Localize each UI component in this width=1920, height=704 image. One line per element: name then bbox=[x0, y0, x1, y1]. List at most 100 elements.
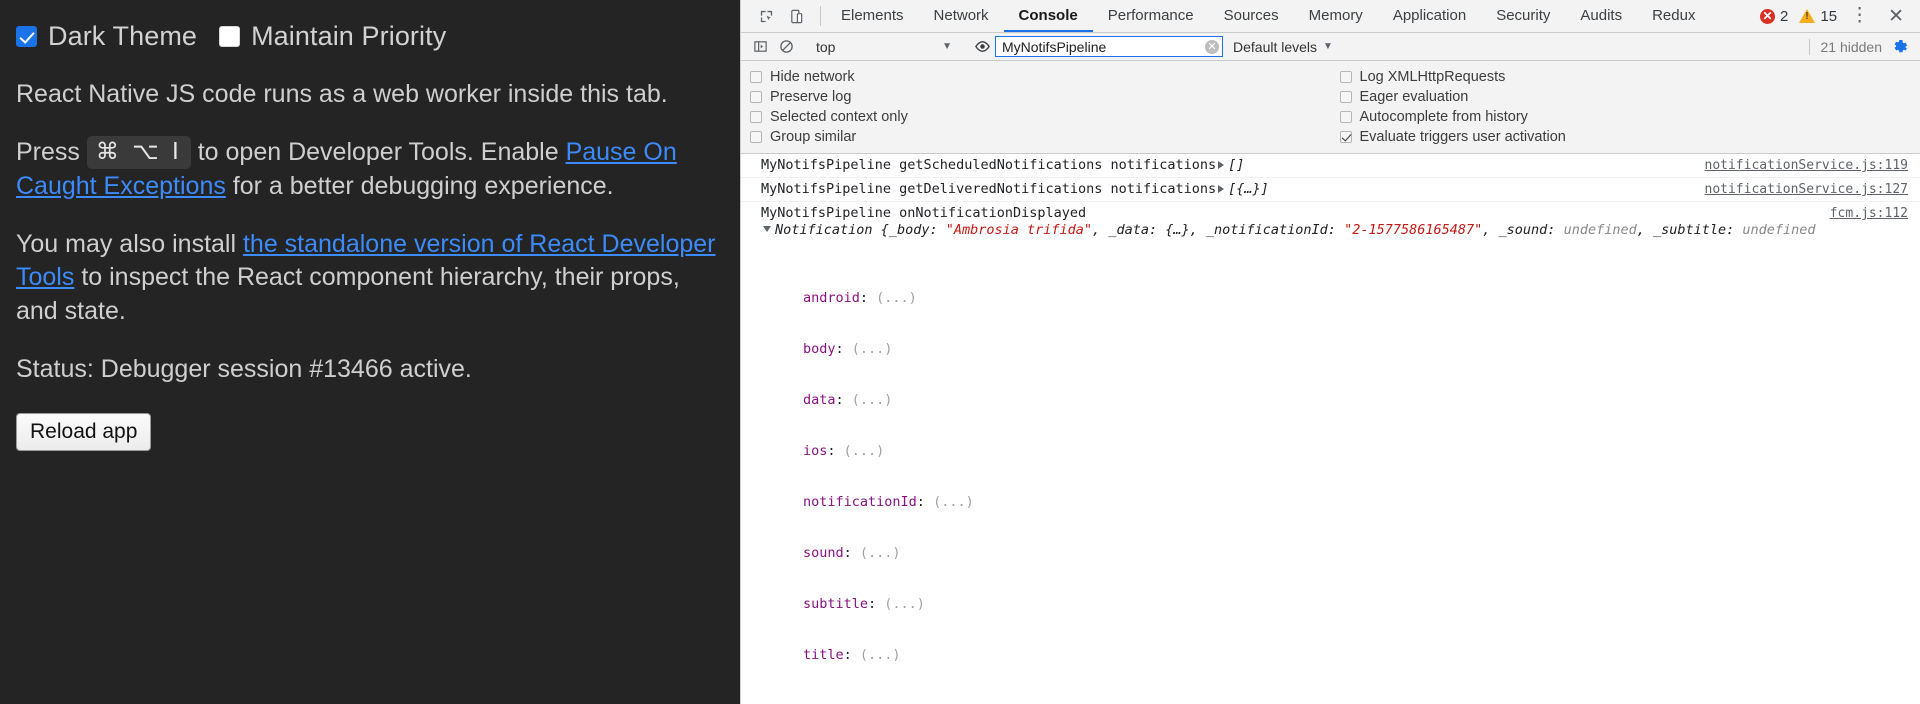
setting-hide-network[interactable]: Hide network bbox=[750, 67, 1331, 86]
selected-context-only-checkbox[interactable] bbox=[750, 110, 762, 123]
tab-memory[interactable]: Memory bbox=[1294, 0, 1378, 32]
getter-property[interactable]: sound: (...) bbox=[761, 545, 1816, 562]
error-count-value: 2 bbox=[1780, 7, 1789, 25]
tab-network[interactable]: Network bbox=[919, 0, 1004, 32]
getter-value[interactable]: (...) bbox=[860, 647, 901, 663]
clear-filter-icon[interactable]: ✕ bbox=[1205, 39, 1219, 54]
log-levels-value: Default levels bbox=[1233, 38, 1318, 55]
group-similar-checkbox[interactable] bbox=[750, 130, 762, 143]
header-notifid-value: "2-1577586165487" bbox=[1344, 222, 1483, 238]
devtools-paragraph: Press ⌘ ⌥ I to open Developer Tools. Ena… bbox=[16, 136, 724, 204]
console-message[interactable]: MyNotifsPipeline getDeliveredNotificatio… bbox=[741, 178, 1920, 202]
maintain-priority-checkbox[interactable] bbox=[219, 25, 241, 47]
console-message-text: MyNotifsPipeline getDeliveredNotificatio… bbox=[761, 181, 1691, 198]
getter-key: sound bbox=[803, 545, 844, 561]
console-sidebar-toggle-icon[interactable] bbox=[747, 35, 773, 59]
expand-arrow-icon[interactable] bbox=[1218, 160, 1225, 169]
getter-property[interactable]: ios: (...) bbox=[761, 443, 1816, 460]
header-subtitle-key: _subtitle: bbox=[1652, 222, 1735, 238]
setting-evaluate-triggers-activation[interactable]: Evaluate triggers user activation bbox=[1339, 127, 1920, 146]
collapse-arrow-icon[interactable] bbox=[763, 226, 771, 232]
tab-security[interactable]: Security bbox=[1481, 0, 1565, 32]
filterbar-right-area: 21 hidden bbox=[1809, 37, 1920, 57]
header-notifid-key: _notificationId: bbox=[1205, 222, 1336, 238]
hide-network-checkbox[interactable] bbox=[750, 70, 762, 83]
getter-value[interactable]: (...) bbox=[884, 596, 925, 612]
console-message-list[interactable]: MyNotifsPipeline getScheduledNotificatio… bbox=[741, 154, 1920, 704]
expand-arrow-icon[interactable] bbox=[1218, 184, 1225, 193]
getter-property[interactable]: title: (...) bbox=[761, 647, 1816, 664]
getter-key: body bbox=[803, 341, 836, 357]
message-2-text: MyNotifsPipeline getDeliveredNotificatio… bbox=[761, 181, 1217, 197]
getter-key: android bbox=[803, 290, 860, 306]
tab-console[interactable]: Console bbox=[1003, 0, 1093, 32]
device-toolbar-icon[interactable] bbox=[783, 4, 809, 28]
console-filter-input[interactable] bbox=[995, 36, 1223, 57]
preserve-log-checkbox[interactable] bbox=[750, 90, 762, 103]
error-count-badge[interactable]: ✕ 2 bbox=[1760, 8, 1788, 25]
dark-theme-checkbox[interactable] bbox=[16, 25, 37, 47]
preserve-log-label: Preserve log bbox=[770, 88, 852, 105]
gear-icon[interactable] bbox=[1890, 37, 1910, 57]
more-options-icon[interactable]: ⋮ bbox=[1840, 6, 1879, 25]
getter-property[interactable]: subtitle: (...) bbox=[761, 596, 1816, 613]
console-filter-bar: top ▼ ✕ Default levels ▼ 21 hidden bbox=[741, 33, 1920, 61]
console-message-text: MyNotifsPipeline getScheduledNotificatio… bbox=[761, 157, 1691, 174]
setting-log-xhr[interactable]: Log XMLHttpRequests bbox=[1339, 67, 1920, 86]
tab-performance[interactable]: Performance bbox=[1093, 0, 1209, 32]
getter-key: notificationId bbox=[803, 494, 917, 510]
group-similar-label: Group similar bbox=[770, 128, 857, 145]
levels-chevron-down-icon: ▼ bbox=[1323, 41, 1333, 52]
tabbar-divider bbox=[820, 6, 821, 26]
inspect-element-icon[interactable] bbox=[753, 4, 779, 28]
console-message-expanded[interactable]: MyNotifsPipeline onNotificationDisplayed… bbox=[741, 202, 1920, 704]
header-body-key: _body: bbox=[888, 222, 938, 238]
source-link[interactable]: fcm.js:112 bbox=[1816, 205, 1920, 222]
devtools-tabbar: Elements Network Console Performance Sou… bbox=[741, 0, 1920, 33]
inspect-text: to inspect the React component hierarchy… bbox=[16, 263, 680, 326]
autocomplete-from-history-checkbox[interactable] bbox=[1339, 110, 1352, 123]
error-icon: ✕ bbox=[1760, 8, 1776, 24]
tab-audits[interactable]: Audits bbox=[1565, 0, 1637, 32]
source-link[interactable]: notificationService.js:127 bbox=[1691, 181, 1920, 198]
header-data-key: _data: bbox=[1108, 222, 1158, 238]
getter-property[interactable]: body: (...) bbox=[761, 341, 1816, 358]
getter-property[interactable]: notificationId: (...) bbox=[761, 494, 1816, 511]
log-xmlhttprequests-label: Log XMLHttpRequests bbox=[1359, 68, 1506, 85]
eager-evaluation-checkbox[interactable] bbox=[1339, 90, 1352, 103]
console-filter-wrapper: ✕ bbox=[995, 36, 1223, 57]
getter-property[interactable]: data: (...) bbox=[761, 392, 1816, 409]
live-expression-eye-icon[interactable] bbox=[969, 35, 995, 59]
evaluate-triggers-user-activation-checkbox[interactable] bbox=[1339, 130, 1352, 143]
setting-eager-evaluation[interactable]: Eager evaluation bbox=[1339, 87, 1920, 106]
getter-value[interactable]: (...) bbox=[933, 494, 974, 510]
tab-sources[interactable]: Sources bbox=[1209, 0, 1294, 32]
log-levels-select[interactable]: Default levels ▼ bbox=[1223, 39, 1343, 55]
console-message[interactable]: MyNotifsPipeline getScheduledNotificatio… bbox=[741, 154, 1920, 178]
object-header-line: Notification {_body: "Ambrosia trifida",… bbox=[761, 222, 1816, 239]
clear-console-icon[interactable] bbox=[773, 35, 799, 59]
getter-value[interactable]: (...) bbox=[876, 290, 917, 306]
getter-value[interactable]: (...) bbox=[852, 392, 893, 408]
reload-app-button[interactable]: Reload app bbox=[16, 412, 152, 451]
getter-property[interactable]: android: (...) bbox=[761, 290, 1816, 307]
log-xmlhttprequests-checkbox[interactable] bbox=[1339, 70, 1352, 83]
getter-value[interactable]: (...) bbox=[844, 443, 885, 459]
tab-application[interactable]: Application bbox=[1378, 0, 1481, 32]
tab-redux[interactable]: Redux bbox=[1637, 0, 1710, 32]
getter-value[interactable]: (...) bbox=[852, 341, 893, 357]
setting-autocomplete-history[interactable]: Autocomplete from history bbox=[1339, 107, 1920, 126]
getter-value[interactable]: (...) bbox=[860, 545, 901, 561]
setting-preserve-log[interactable]: Preserve log bbox=[750, 87, 1331, 106]
header-data-value: {…} bbox=[1165, 222, 1190, 238]
warning-count-badge[interactable]: 15 bbox=[1799, 8, 1837, 25]
setting-group-similar[interactable]: Group similar bbox=[750, 127, 1331, 146]
app-root: Dark Theme Maintain Priority React Nativ… bbox=[0, 0, 1920, 704]
setting-selected-context-only[interactable]: Selected context only bbox=[750, 107, 1331, 126]
header-body-value: "Ambrosia trifida" bbox=[945, 222, 1093, 238]
execution-context-select[interactable]: top ▼ bbox=[810, 36, 958, 58]
close-devtools-icon[interactable]: ✕ bbox=[1882, 5, 1910, 28]
tab-elements[interactable]: Elements bbox=[826, 0, 919, 32]
source-link[interactable]: notificationService.js:119 bbox=[1691, 157, 1920, 174]
chevron-down-icon: ▼ bbox=[942, 41, 952, 52]
